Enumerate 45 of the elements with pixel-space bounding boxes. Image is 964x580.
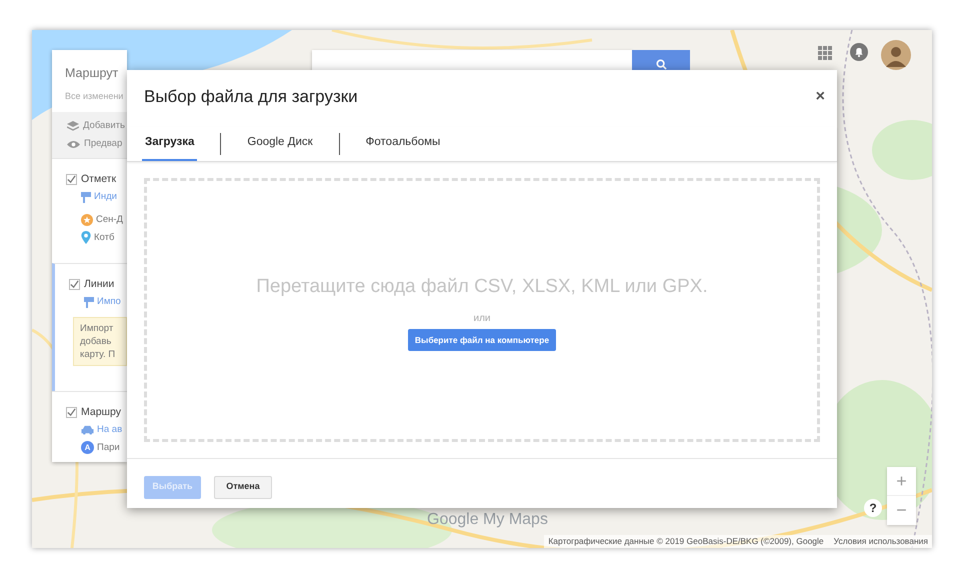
zoom-out-button[interactable]: − <box>887 496 916 525</box>
checkbox[interactable] <box>66 174 77 185</box>
note-text: добавь <box>80 335 112 348</box>
panel-action[interactable]: Добавить <box>67 118 127 133</box>
checkbox[interactable] <box>69 279 80 290</box>
drop-zone[interactable]: Перетащите сюда файл CSV, XLSX, KML или GPX. или Выберите файл на компьютере <box>144 178 820 442</box>
feature-label[interactable]: Котб <box>94 232 114 244</box>
apps-grid-icon[interactable] <box>818 46 832 60</box>
drop-hint: Перетащите сюда файл CSV, XLSX, KML или GPX. <box>256 274 708 298</box>
feature-label[interactable]: На ав <box>97 424 122 436</box>
checkbox[interactable] <box>66 407 77 418</box>
layer-link[interactable]: Инди <box>81 191 127 203</box>
layer-name: Отметк <box>81 173 116 186</box>
map-attribution: Картографические данные © 2019 GeoBasis-DE/BKG (©2009), Google <box>548 535 824 548</box>
terms-link[interactable]: Условия использования <box>834 535 928 548</box>
waypoint-marker: A <box>81 441 94 454</box>
or-separator: или <box>473 312 490 326</box>
layer-style-icon <box>84 296 94 308</box>
choose-file-button[interactable]: Выберите файл на компьютере <box>408 329 556 351</box>
eye-icon <box>67 140 80 149</box>
app-logo: Google My Maps <box>427 510 548 530</box>
notification-bell-icon[interactable] <box>850 43 868 61</box>
layer-style-icon <box>81 192 91 202</box>
feature-label[interactable]: Пари <box>97 442 120 454</box>
close-button[interactable]: × <box>814 84 827 109</box>
panel-title: Маршрут <box>65 66 120 81</box>
note-text: Импорт <box>80 322 114 335</box>
layer-link[interactable]: Импо <box>84 296 127 308</box>
save-status: Все изменени <box>65 91 124 102</box>
layers-icon <box>67 120 79 131</box>
cancel-button[interactable]: Отмена <box>214 476 272 498</box>
feature-label[interactable]: Сен-Д <box>96 214 123 226</box>
zoom-in-button[interactable]: + <box>887 467 916 496</box>
pin-icon <box>81 231 91 244</box>
car-icon <box>81 425 94 435</box>
panel-action[interactable]: Предвар <box>67 137 127 152</box>
avatar[interactable] <box>881 40 911 70</box>
layer-name: Линии <box>84 278 114 291</box>
dialog-tab[interactable]: Фотоальбомы <box>362 126 444 160</box>
dialog-tab[interactable]: Загрузка <box>142 126 198 160</box>
star-icon <box>81 214 93 226</box>
dialog-title: Выбор файла для загрузки <box>144 86 358 108</box>
dialog-tab[interactable]: Google Диск <box>244 126 316 160</box>
note-text: карту. П <box>80 348 116 361</box>
layer-name: Маршру <box>81 406 121 419</box>
